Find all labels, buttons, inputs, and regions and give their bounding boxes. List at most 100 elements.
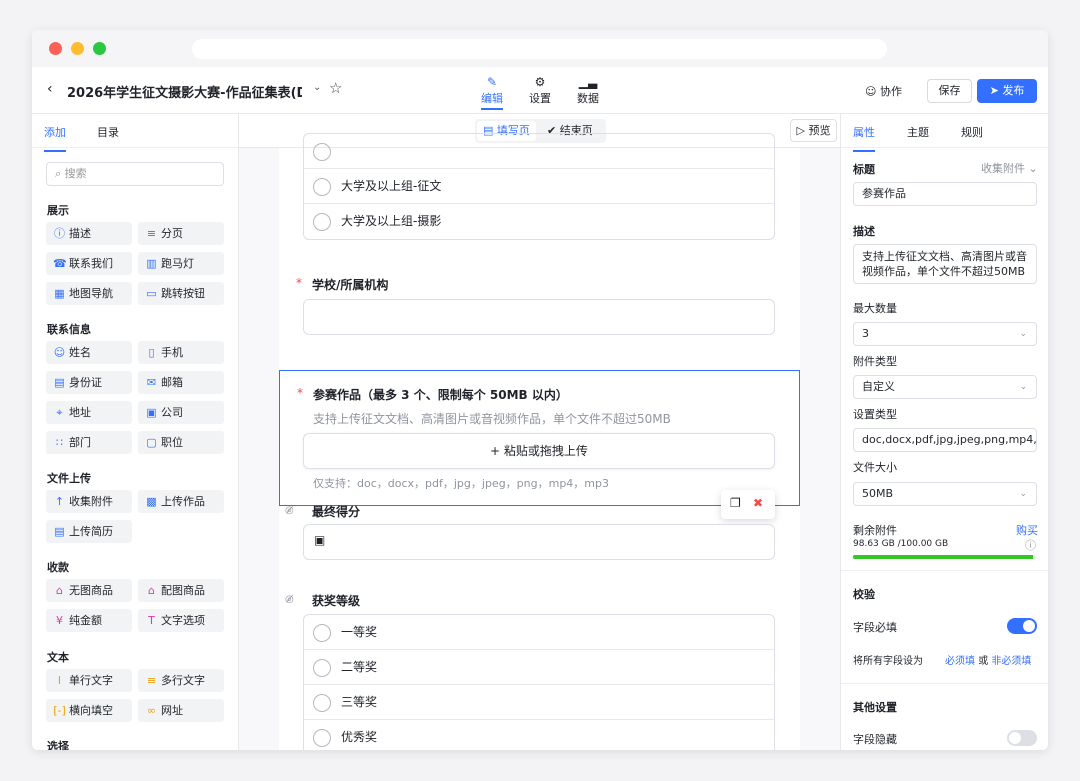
- component-item[interactable]: ▯ 手机: [138, 341, 224, 364]
- component-item[interactable]: ▤ 身份证: [46, 371, 132, 394]
- file-size-select[interactable]: 50MB ⌄: [853, 482, 1037, 506]
- desc-textarea[interactable]: 支持上传征文文档、高清图片或音视频作品，单个文件不超过50MB: [853, 244, 1037, 284]
- briefcase-icon: ▢: [146, 436, 157, 449]
- radio-option[interactable]: 优秀奖: [304, 720, 774, 750]
- component-item[interactable]: ⌖ 地址: [46, 401, 132, 424]
- component-label: 地图导航: [69, 287, 113, 300]
- radio-option[interactable]: 二等奖: [304, 650, 774, 685]
- search-input[interactable]: ⌕ 搜索: [46, 162, 224, 186]
- upload-icon: ↑: [54, 495, 65, 508]
- component-item[interactable]: ▩ 上传作品: [138, 490, 224, 513]
- tab-edit[interactable]: ✎ 编辑: [472, 74, 512, 110]
- address-bar[interactable]: [192, 39, 887, 59]
- save-button[interactable]: 保存: [927, 79, 972, 103]
- max-count-value: 3: [862, 327, 869, 340]
- tab-add[interactable]: 添加: [44, 124, 66, 152]
- copy-icon[interactable]: ❐: [730, 496, 741, 510]
- component-item[interactable]: ⌂ 无图商品: [46, 579, 132, 602]
- radio-option[interactable]: 大学及以上组-摄影: [304, 204, 774, 239]
- radio-option[interactable]: 一等奖: [304, 615, 774, 650]
- department-icon: ∷: [56, 436, 63, 449]
- component-item[interactable]: ↑ 收集附件: [46, 490, 132, 513]
- tab-settings[interactable]: ⚙ 设置: [520, 74, 560, 106]
- title-label: 标题: [853, 163, 875, 176]
- chevron-down-icon: ⌄: [1019, 489, 1027, 499]
- upload-dropzone[interactable]: + 粘贴或拖拽上传: [303, 433, 775, 469]
- tab-theme[interactable]: 主题: [907, 124, 929, 140]
- component-item[interactable]: ▦ 地图导航: [46, 282, 132, 305]
- title-input[interactable]: 参赛作品: [853, 182, 1037, 206]
- pencil-icon: ✎: [486, 75, 498, 89]
- question-label: 参赛作品（最多 3 个、限制每个 50MB 以内）: [313, 388, 568, 402]
- radio-option[interactable]: 三等奖: [304, 685, 774, 720]
- radio-circle: [313, 659, 331, 677]
- bar-chart-icon: ▁▃: [578, 75, 598, 89]
- field-type-dropdown[interactable]: 收集附件 ⌄: [981, 160, 1038, 176]
- component-item[interactable]: ¥ 纯金额: [46, 609, 132, 632]
- publish-button[interactable]: ➤ 发布: [977, 79, 1037, 103]
- collaborate-button[interactable]: ☺ 协作: [865, 83, 902, 99]
- component-item[interactable]: ∞ 网址: [138, 699, 224, 722]
- component-item[interactable]: ▢ 职位: [138, 431, 224, 454]
- close-window-icon[interactable]: [49, 42, 62, 55]
- component-item[interactable]: ▤ 上传简历: [46, 520, 132, 543]
- set-all-required-link[interactable]: 必须填: [945, 656, 975, 667]
- image-icon: ▩: [146, 495, 157, 508]
- component-item[interactable]: ☺ 姓名: [46, 341, 132, 364]
- component-item[interactable]: ✉ 邮箱: [138, 371, 224, 394]
- trash-icon[interactable]: ✖: [753, 496, 763, 510]
- component-item[interactable]: ☎ 联系我们: [46, 252, 132, 275]
- component-item[interactable]: ≡ 多行文字: [138, 669, 224, 692]
- radio-circle: [313, 729, 331, 747]
- option-label: 大学及以上组-摄影: [341, 214, 442, 228]
- hidden-eye-icon: ◎̸: [285, 594, 294, 605]
- buy-link[interactable]: 购买: [1016, 522, 1038, 538]
- component-item[interactable]: T 文字选项: [138, 609, 224, 632]
- tab-properties[interactable]: 属性: [853, 124, 875, 152]
- radio-option[interactable]: [304, 134, 774, 169]
- attachment-type-select[interactable]: 自定义 ⌄: [853, 375, 1037, 399]
- set-type-label: 设置类型: [853, 408, 897, 421]
- set-all-optional-link[interactable]: 非必须填: [991, 656, 1031, 667]
- support-types: 仅支持：doc，docx，pdf，jpg，jpeg，png，mp4，mp3: [313, 477, 610, 490]
- component-item[interactable]: ∷ 部门: [46, 431, 132, 454]
- remaining-value: 98.63 GB /100.00 GB: [853, 539, 949, 549]
- score-input[interactable]: ▣: [303, 524, 775, 560]
- selected-question[interactable]: * 参赛作品（最多 3 个、限制每个 50MB 以内） 支持上传征文文档、高清图…: [279, 370, 800, 506]
- tab-rules[interactable]: 规则: [961, 124, 983, 140]
- component-label: 部门: [69, 436, 91, 449]
- component-item[interactable]: I 单行文字: [46, 669, 132, 692]
- plus-icon: +: [490, 444, 504, 458]
- max-count-select[interactable]: 3 ⌄: [853, 322, 1037, 346]
- file-size-label: 文件大小: [853, 461, 897, 474]
- desc-label: 描述: [853, 225, 875, 238]
- set-type-input[interactable]: doc,docx,pdf,jpg,jpeg,png,mp4,mp3: [853, 428, 1037, 452]
- required-toggle[interactable]: [1007, 618, 1037, 634]
- component-item[interactable]: ⌂ 配图商品: [138, 579, 224, 602]
- star-icon[interactable]: ☆: [329, 79, 342, 97]
- component-item[interactable]: ▭ 跳转按钮: [138, 282, 224, 305]
- tab-data[interactable]: ▁▃ 数据: [568, 74, 608, 106]
- school-input[interactable]: [303, 299, 775, 335]
- maximize-window-icon[interactable]: [93, 42, 106, 55]
- component-item[interactable]: ≡ 分页: [138, 222, 224, 245]
- radio-option[interactable]: 大学及以上组-征文: [304, 169, 774, 204]
- window-chrome: [32, 30, 1048, 67]
- component-label: 纯金额: [69, 614, 102, 627]
- required-mark: *: [297, 386, 303, 400]
- form-title: 2026年学生征文摄影大赛-作品征集表(Demo: [67, 86, 302, 101]
- play-icon: ▷: [796, 124, 809, 137]
- tab-catalog[interactable]: 目录: [97, 124, 119, 140]
- component-item[interactable]: ⓘ 描述: [46, 222, 132, 245]
- minimize-window-icon[interactable]: [71, 42, 84, 55]
- fill-blank-icon: [-]: [53, 704, 66, 717]
- chevron-left-icon[interactable]: ‹: [47, 81, 53, 97]
- yen-icon: ¥: [56, 614, 63, 627]
- component-item[interactable]: ▥ 跑马灯: [138, 252, 224, 275]
- component-item[interactable]: [-] 横向填空: [46, 699, 132, 722]
- chevron-down-icon[interactable]: ⌄: [313, 82, 321, 93]
- hidden-toggle[interactable]: [1007, 730, 1037, 746]
- preview-button[interactable]: ▷ 预览: [790, 119, 837, 142]
- component-item[interactable]: ▣ 公司: [138, 401, 224, 424]
- file-size-value: 50MB: [862, 487, 894, 500]
